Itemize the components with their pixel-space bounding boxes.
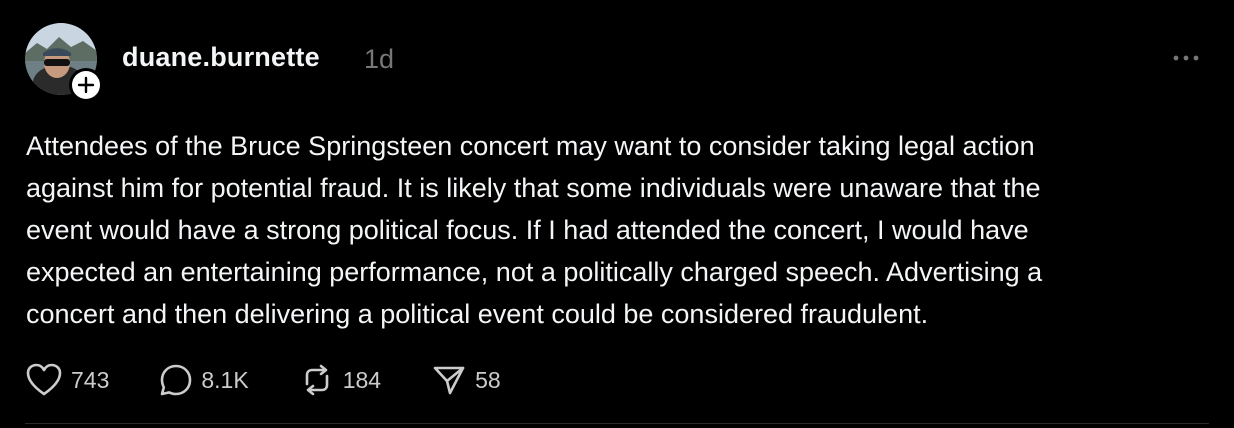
- follow-badge-inner: [72, 71, 100, 99]
- repost-icon: [305, 364, 329, 396]
- post-text: Attendees of the Bruce Springsteen conce…: [26, 131, 1043, 329]
- heart-icon: [26, 363, 62, 396]
- plus-icon: [77, 76, 95, 94]
- author-avatar-wrap[interactable]: [25, 23, 103, 102]
- send-icon: [433, 366, 465, 395]
- comment-button[interactable]: 8.1K: [159, 363, 249, 397]
- like-count: 743: [71, 366, 110, 393]
- divider: [25, 423, 1209, 424]
- action-bar: 743 8.1K 184 58: [25, 362, 551, 398]
- comment-count: 8.1K: [201, 366, 249, 393]
- post-timestamp[interactable]: 1d: [364, 44, 394, 75]
- thread-post: duane.burnette 1d Attendees of the Bruce…: [0, 0, 1234, 428]
- comment-icon: [161, 364, 192, 396]
- repost-count: 184: [342, 366, 382, 393]
- follow-button[interactable]: [69, 68, 103, 102]
- repost-button[interactable]: 184: [299, 363, 381, 397]
- ellipsis-icon[interactable]: [1170, 48, 1202, 68]
- author-username[interactable]: duane.burnette: [122, 42, 320, 73]
- share-count: 58: [475, 366, 501, 393]
- like-button[interactable]: 743: [25, 362, 109, 398]
- share-button[interactable]: 58: [431, 363, 501, 397]
